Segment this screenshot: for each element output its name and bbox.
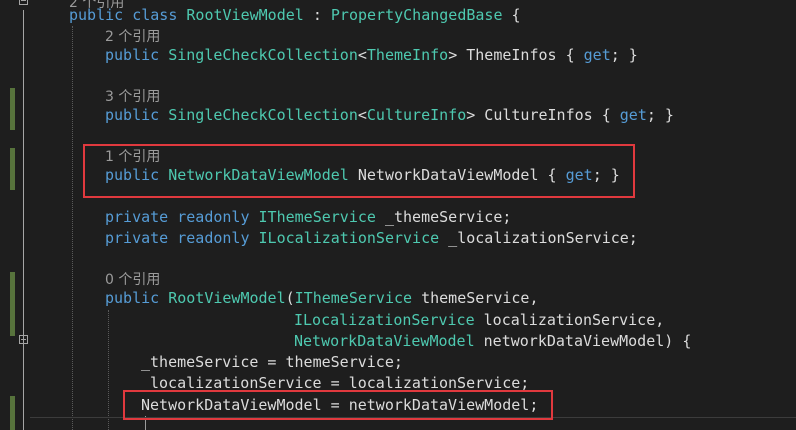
codelens-reference-count[interactable]: 0 个引用 <box>105 269 160 290</box>
code-token: _localizationService; <box>439 229 638 247</box>
code-token: CultureInfo <box>366 106 467 124</box>
code-token: class <box>132 6 187 24</box>
code-token: < <box>357 106 367 124</box>
code-token: get <box>583 46 611 64</box>
code-line-field-localizationservice: private readonly ILocalizationService _l… <box>105 228 638 249</box>
code-line-prop-cultureinfos: public SingleCheckCollection<CultureInfo… <box>105 105 674 126</box>
code-token: IThemeService <box>258 208 376 226</box>
code-token: readonly <box>177 229 259 247</box>
code-token: SingleCheckCollection <box>168 106 358 124</box>
change-marker <box>10 148 15 190</box>
code-token: IThemeService <box>294 289 413 307</box>
code-token: RootViewModel <box>186 6 304 24</box>
code-token: < <box>357 46 367 64</box>
code-token: ; } <box>646 106 674 124</box>
code-token: NetworkDataViewModel <box>294 332 475 350</box>
codelens-text: 3 个引用 <box>105 89 161 105</box>
change-marker <box>10 396 15 430</box>
code-token: themeService, <box>412 289 539 307</box>
code-token: readonly <box>177 208 259 226</box>
code-token: ILocalizationService <box>294 311 475 329</box>
code-line-ctor-line-1: public RootViewModel(IThemeService theme… <box>105 288 539 309</box>
code-token: networkDataViewModel) { <box>474 332 692 350</box>
highlight-box-assignment <box>123 390 553 420</box>
code-line-assign-theme: _themeService = themeService; <box>141 352 403 373</box>
code-token: > ThemeInfos { <box>448 46 584 64</box>
code-token: public <box>105 106 169 124</box>
change-marker <box>10 88 15 130</box>
code-line-ctor-line-3: NetworkDataViewModel networkDataViewMode… <box>294 331 691 352</box>
code-token: ( <box>285 289 295 307</box>
codelens-text: 0 个引用 <box>105 272 161 288</box>
code-line-ctor-line-2: ILocalizationService localizationService… <box>294 310 664 331</box>
editor-gutter <box>0 0 20 430</box>
code-token: public <box>105 289 169 307</box>
code-token: : <box>303 6 331 24</box>
code-token: public <box>69 6 133 24</box>
codelens-reference-count[interactable]: 2 个引用 <box>105 26 160 47</box>
change-marker <box>10 272 15 336</box>
code-editor[interactable]: 2 个引用 public class RootViewModel : Proper… <box>0 0 796 430</box>
code-token: { <box>502 6 521 24</box>
code-token: private <box>105 229 178 247</box>
collapse-ctor-icon[interactable] <box>19 335 28 344</box>
code-line-prop-themeinfos: public SingleCheckCollection<ThemeInfo> … <box>105 45 638 66</box>
outline-guide <box>23 10 24 430</box>
codelens-reference-count[interactable]: 3 个引用 <box>105 86 160 107</box>
code-token: localizationService, <box>474 311 665 329</box>
code-token: SingleCheckCollection <box>168 46 358 64</box>
code-token: ThemeInfo <box>366 46 449 64</box>
code-token: public <box>105 46 169 64</box>
code-line-class-decl: public class RootViewModel : PropertyCha… <box>69 5 521 26</box>
code-line-field-themeservice: private readonly IThemeService _themeSer… <box>105 207 511 228</box>
code-token: PropertyChangedBase <box>330 6 503 24</box>
code-token: RootViewModel <box>168 289 286 307</box>
indent-guide <box>72 26 73 430</box>
code-token: private <box>105 208 178 226</box>
codelens-text: 2 个引用 <box>105 29 161 45</box>
code-token: ; } <box>610 46 638 64</box>
code-token: ILocalizationService <box>258 229 440 247</box>
code-token: _themeService; <box>375 208 512 226</box>
highlight-box-property <box>83 144 635 198</box>
code-token: > CultureInfos { <box>466 106 620 124</box>
collapse-class-icon[interactable] <box>19 0 28 5</box>
code-token: _themeService = themeService; <box>141 353 403 371</box>
indent-guide <box>108 310 109 430</box>
code-token: get <box>619 106 647 124</box>
